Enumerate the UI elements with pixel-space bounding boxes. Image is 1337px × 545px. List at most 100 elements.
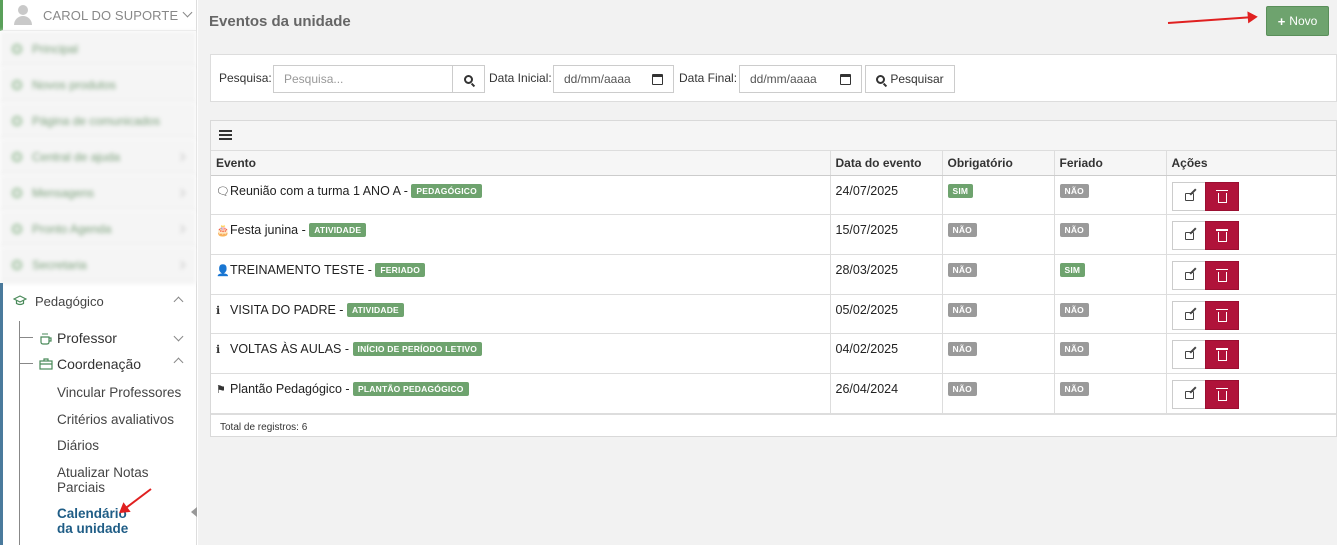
chevron-right-icon xyxy=(176,188,186,197)
edit-button[interactable] xyxy=(1171,300,1206,330)
search-button[interactable]: Pesquisar xyxy=(865,65,955,93)
event-date: 15/07/2025 xyxy=(830,214,943,255)
calendar-icon[interactable] xyxy=(840,74,851,85)
sidebar-item-coordenacao[interactable]: Coordenação xyxy=(3,351,196,377)
sidebar-item-pedagogico[interactable]: Pedagógico xyxy=(3,283,196,319)
user-menu[interactable]: CAROL DO SUPORTE xyxy=(0,0,196,31)
plus-icon: + xyxy=(1277,13,1286,29)
search-label: Pesquisa: xyxy=(219,71,272,85)
sidebar-link-criterios-avaliativos[interactable]: Critérios avaliativos xyxy=(3,412,196,427)
sidebar-item-label: Mensagens xyxy=(32,185,95,200)
feriado-badge: NÃO xyxy=(1059,342,1089,357)
event-title: TREINAMENTO TESTE - xyxy=(230,262,372,277)
chevron-right-icon xyxy=(176,260,186,269)
sidebar-item-blurred[interactable]: Página de comunicados xyxy=(0,103,196,139)
sidebar-section-pedagogico: Pedagógico Professor Coordenação Vincula… xyxy=(0,283,196,545)
sidebar-item-blurred[interactable]: Novos produtos xyxy=(0,67,196,103)
column-header-obrigatorio[interactable]: Obrigatório xyxy=(942,151,1055,176)
sidebar-item-label: Pedagógico xyxy=(35,293,104,309)
category-badge: PLANTÃO PEDAGÓGICO xyxy=(353,381,469,396)
collapse-sidebar-icon[interactable] xyxy=(191,507,197,517)
chevron-right-icon xyxy=(176,224,186,233)
start-date-label: Data Inicial: xyxy=(489,71,552,85)
table-row: 🎂Festa junina - ATIVIDADE 15/07/2025 NÃO NÃ… xyxy=(211,214,1336,255)
sidebar-link-vincular-professores[interactable]: Vincular Professores xyxy=(3,385,196,400)
menu-icon xyxy=(12,115,22,126)
calendar-icon[interactable] xyxy=(652,74,663,85)
birthday-cake-icon: 🎂 xyxy=(216,225,230,238)
sidebar-link-diarios[interactable]: Diários xyxy=(3,438,196,453)
delete-button[interactable] xyxy=(1204,181,1239,211)
feriado-badge: NÃO xyxy=(1059,381,1089,396)
actions-cell xyxy=(1166,254,1336,295)
edit-icon xyxy=(1184,232,1194,241)
search-icon-button[interactable] xyxy=(452,65,485,93)
end-date-label: Data Final: xyxy=(679,71,738,85)
page-title: Eventos da unidade xyxy=(209,13,351,30)
category-badge: ATIVIDADE xyxy=(346,302,404,317)
obrigatorio-badge: NÃO xyxy=(947,223,977,238)
sidebar-item-blurred[interactable]: Pronto Agenda xyxy=(0,211,196,247)
chevron-up-icon xyxy=(173,357,184,368)
edit-button[interactable] xyxy=(1171,221,1206,251)
chevron-down-icon xyxy=(173,331,184,342)
edit-button[interactable] xyxy=(1171,181,1206,211)
menu-icon xyxy=(12,79,22,90)
start-date-input[interactable]: dd/mm/aaaa xyxy=(553,65,674,93)
column-header-acoes: Ações xyxy=(1166,151,1336,176)
event-cell: ⚑ Plantão Pedagógico - PLANTÃO PEDAGÓGICO xyxy=(211,373,831,414)
delete-button[interactable] xyxy=(1204,379,1239,409)
user-icon: 👤 xyxy=(216,264,230,277)
total-records: Total de registros: 6 xyxy=(211,413,1336,439)
column-header-feriado[interactable]: Feriado xyxy=(1054,151,1167,176)
edit-icon xyxy=(1184,192,1194,201)
sidebar-item-blurred[interactable]: Secretaria xyxy=(0,247,196,283)
sidebar-item-label: Página de comunicados xyxy=(32,113,161,128)
sidebar-item-blurred[interactable]: Mensagens xyxy=(0,175,196,211)
obrigatorio-cell: NÃO xyxy=(942,254,1055,295)
search-icon xyxy=(876,74,886,84)
obrigatorio-cell: NÃO xyxy=(942,333,1055,374)
feriado-cell: NÃO xyxy=(1054,373,1167,414)
sidebar-link-calendario[interactable]: Calendário da unidade xyxy=(3,506,133,536)
column-header-evento[interactable]: Evento xyxy=(211,151,831,176)
comment-icon: 🗨 xyxy=(216,185,230,198)
trash-icon xyxy=(1215,189,1228,203)
sidebar-link-atualizar-notas[interactable]: Atualizar Notas Parciais xyxy=(3,465,153,495)
obrigatorio-cell: NÃO xyxy=(942,373,1055,414)
delete-button[interactable] xyxy=(1204,221,1239,251)
feriado-badge: NÃO xyxy=(1059,302,1089,317)
feriado-cell: SIM xyxy=(1054,254,1167,295)
event-cell: ℹ VISITA DO PADRE - ATIVIDADE xyxy=(211,294,831,335)
feriado-cell: NÃO xyxy=(1054,175,1167,216)
trash-icon xyxy=(1215,229,1228,243)
trash-icon xyxy=(1215,387,1228,401)
sidebar-item-label: Professor xyxy=(57,330,117,346)
user-name: CAROL DO SUPORTE xyxy=(43,7,179,23)
edit-button[interactable] xyxy=(1171,379,1206,409)
sidebar-item-blurred[interactable]: Central de ajuda xyxy=(0,139,196,175)
sidebar-item-blurred[interactable]: Principal xyxy=(0,31,196,67)
table-row: ℹ VISITA DO PADRE - ATIVIDADE 05/02/2025 NÃ… xyxy=(211,294,1336,335)
flag-icon: ⚑ xyxy=(216,383,226,396)
info-icon: ℹ xyxy=(216,304,221,317)
edit-button[interactable] xyxy=(1171,260,1206,290)
events-table-panel: Evento Data do evento Obrigatório Feriad… xyxy=(210,120,1337,437)
delete-button[interactable] xyxy=(1204,300,1239,330)
obrigatorio-cell: NÃO xyxy=(942,294,1055,335)
end-date-input[interactable]: dd/mm/aaaa xyxy=(739,65,862,93)
menu-icon xyxy=(12,187,22,198)
search-input[interactable]: Pesquisa... xyxy=(273,65,453,93)
new-event-button[interactable]: + Novo xyxy=(1266,6,1329,36)
sidebar-item-professor[interactable]: Professor xyxy=(3,325,196,351)
trash-icon xyxy=(1215,348,1228,362)
menu-icon xyxy=(12,223,22,234)
delete-button[interactable] xyxy=(1204,260,1239,290)
edit-button[interactable] xyxy=(1171,340,1206,370)
delete-button[interactable] xyxy=(1204,340,1239,370)
obrigatorio-badge: NÃO xyxy=(947,262,977,277)
column-header-data[interactable]: Data do evento xyxy=(830,151,943,176)
start-date-value: dd/mm/aaaa xyxy=(564,72,631,86)
obrigatorio-badge: NÃO xyxy=(947,381,977,396)
chevron-right-icon xyxy=(176,152,186,161)
